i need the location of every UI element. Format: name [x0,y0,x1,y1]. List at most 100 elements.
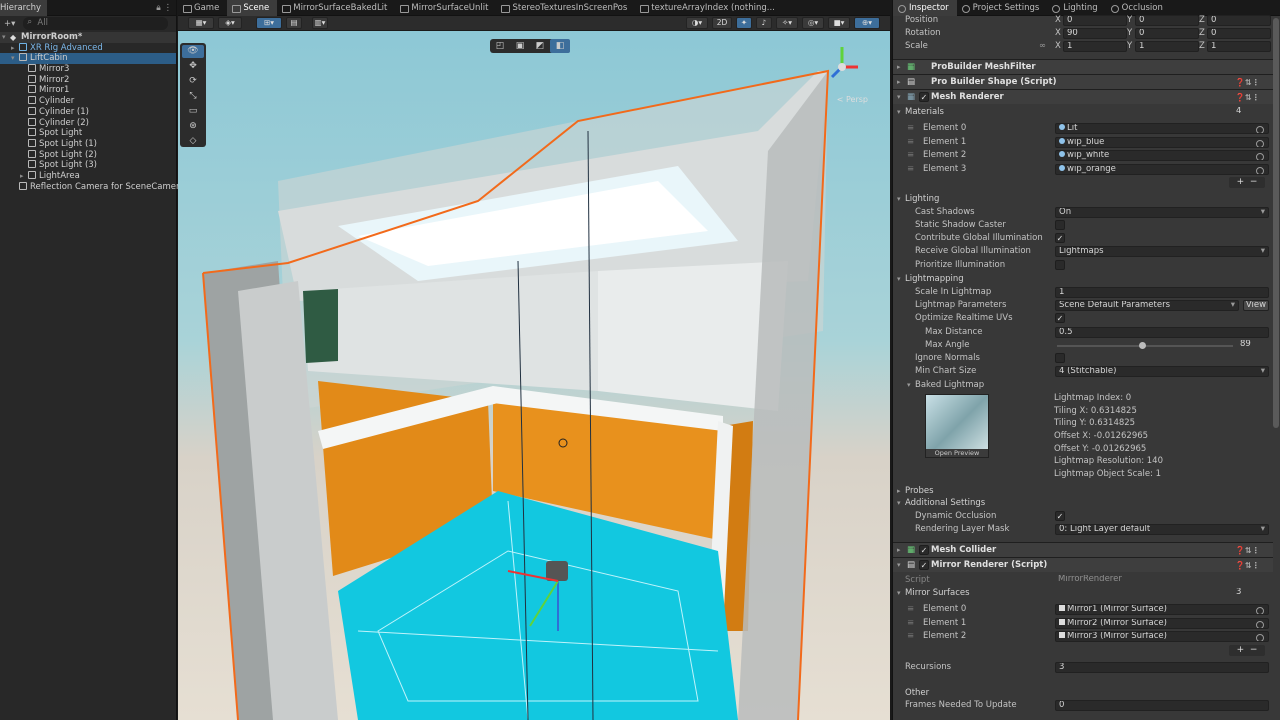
lightmapping-section[interactable]: ▾ Lightmapping [893,273,1273,286]
layer-mask-dropdown[interactable]: 0: Light Layer default [1055,524,1269,535]
rotate-tool-icon[interactable]: ⟳ [182,75,204,88]
expand-arrow-icon[interactable]: ▾ [2,32,10,43]
surface-object-field[interactable]: Mirror3 (Mirror Surface) [1055,631,1269,642]
materials-count-field[interactable]: 4 [1233,107,1269,118]
add-remove-surface-buttons[interactable]: + − [1229,645,1265,656]
persp-label[interactable]: < Persp [837,95,868,104]
materials-row[interactable]: ▾ Materials 4 [893,106,1273,119]
dynamic-occ-checkbox[interactable]: ✓ [1055,511,1065,521]
gizmos-dropdown-icon[interactable]: ⊕▾ [854,17,880,29]
surface-object-field[interactable]: Mirror1 (Mirror Surface) [1055,604,1269,615]
position-x-field[interactable]: 0 [1063,15,1127,26]
object-picker-icon[interactable] [1256,607,1264,614]
recursions-field[interactable]: 3 [1055,662,1269,673]
mirror-renderer-header[interactable]: ▾ ▤ ✓ Mirror Renderer (Script) ❓⇅⋮ [893,557,1273,572]
drag-handle-icon[interactable]: ≡ [907,630,914,643]
scale-x-field[interactable]: 1 [1063,41,1127,52]
view-tool-icon[interactable]: 👁︎ [182,45,204,58]
tab-texture-array-index[interactable]: textureArrayIndex (nothing... [635,0,783,16]
tab-mirror-surface-unlit[interactable]: MirrorSurfaceUnlit [395,0,496,16]
drag-handle-icon[interactable]: ≡ [907,122,914,135]
max-angle-slider-handle[interactable] [1139,342,1146,349]
mirror-surfaces-count[interactable]: 3 [1233,588,1269,599]
help-icon[interactable]: ❓⇅⋮ [1235,75,1260,90]
hierarchy-item[interactable]: ▸ LightArea [0,170,176,182]
min-chart-dropdown[interactable]: 4 (Stitchable) [1055,366,1269,377]
move-tool-icon[interactable]: ✥ [182,60,204,73]
hierarchy-search-input[interactable]: All [23,16,168,30]
link-icon[interactable]: ∞ [1039,40,1046,53]
orientation-gizmo-icon[interactable] [822,43,862,91]
hierarchy-item[interactable]: Cylinder (2) [0,117,176,129]
prioritize-checkbox[interactable] [1055,260,1065,270]
tab-mirror-surface-baked-lit[interactable]: MirrorSurfaceBakedLit [277,0,395,16]
scale-tool-icon[interactable]: ⤡ [182,90,204,103]
gizmo-toggle-icon[interactable]: ◈▾ [218,17,242,29]
optimize-uvs-checkbox[interactable]: ✓ [1055,313,1065,323]
grid-snap-icon[interactable]: ⊞▾ [256,17,282,29]
add-icon[interactable]: +▾ [4,19,15,29]
expand-arrow-icon[interactable]: ▾ [11,53,19,64]
object-picker-icon[interactable] [1256,126,1264,133]
object-picker-icon[interactable] [1256,166,1264,174]
baked-lightmap-row[interactable]: ▾ Baked Lightmap [893,379,1273,392]
help-icon[interactable]: ❓⇅⋮ [1235,558,1260,573]
material-object-field[interactable]: wip_blue [1055,136,1269,148]
object-picker-icon[interactable] [1256,634,1264,641]
mesh-renderer-enabled-checkbox[interactable]: ✓ [919,92,929,102]
position-z-field[interactable]: 0 [1207,15,1271,26]
material-object-field[interactable]: Lit [1055,123,1269,134]
drag-handle-icon[interactable]: ≡ [907,163,914,176]
toggle-2d-button[interactable]: 2D [712,17,732,29]
max-angle-field[interactable]: 89 [1237,340,1269,351]
tab-game[interactable]: Game [178,0,227,16]
max-distance-field[interactable]: 0.5 [1055,327,1269,338]
shape-header[interactable]: ▸ ▤ Pro Builder Shape (Script) ❓⇅⋮ [893,74,1273,89]
face-select-icon[interactable]: ◧ [550,39,570,53]
rect-tool-icon[interactable]: ▭ [182,105,204,118]
hierarchy-item[interactable]: Mirror3 [0,64,176,75]
ignore-normals-checkbox[interactable] [1055,353,1065,363]
expand-arrow-icon[interactable]: ▸ [20,171,28,182]
position-y-field[interactable]: 0 [1135,15,1199,26]
object-select-icon[interactable]: ◰ [490,39,510,53]
scene-viewport[interactable]: 👁︎ ✥ ⟳ ⤡ ▭ ⊛ ◇ ◰ ▣ ◩ ◧ < Persp [178,31,890,720]
object-picker-icon[interactable] [1256,153,1264,160]
audio-toggle-icon[interactable]: ♪ [756,17,772,29]
scale-y-field[interactable]: 1 [1135,41,1199,52]
object-picker-icon[interactable] [1256,620,1264,628]
snap-icon[interactable]: ▤ [286,17,302,29]
frames-field[interactable]: 0 [1055,700,1269,711]
drag-handle-icon[interactable]: ≡ [907,603,914,616]
hierarchy-item[interactable]: Spot Light (1) [0,138,176,150]
effects-toggle-icon[interactable]: ✧▾ [776,17,798,29]
increment-snap-icon[interactable]: ▥▾ [312,17,328,29]
hierarchy-item[interactable]: Spot Light (2) [0,149,176,161]
scale-z-field[interactable]: 1 [1207,41,1271,52]
hierarchy-item[interactable]: Spot Light [0,128,176,139]
rotation-y-field[interactable]: 0 [1135,28,1199,39]
static-shadow-checkbox[interactable] [1055,220,1065,230]
scene-visibility-icon[interactable]: ◎▾ [802,17,824,29]
camera-settings-icon[interactable]: ■▾ [828,17,850,29]
hierarchy-item[interactable]: ▾ LiftCabin [0,53,176,65]
shading-mode-icon[interactable]: ◑▾ [686,17,708,29]
hierarchy-tab[interactable]: Hierarchy [0,0,48,16]
draw-mode-dropdown[interactable]: ▦▾ [188,17,214,29]
hierarchy-item[interactable]: Mirror2 [0,74,176,86]
transform-tool-icon[interactable]: ⊛ [182,120,204,133]
object-picker-icon[interactable] [1256,139,1264,147]
tab-scene[interactable]: Scene [227,0,278,16]
lightmap-params-dropdown[interactable]: Scene Default Parameters [1055,300,1239,311]
view-params-button[interactable]: View [1243,300,1269,311]
surface-object-field[interactable]: Mirror2 (Mirror Surface) [1055,617,1269,629]
hierarchy-item[interactable]: Spot Light (3) [0,160,176,171]
additional-section[interactable]: ▾ Additional Settings [893,497,1273,510]
scale-lightmap-field[interactable]: 1 [1055,287,1269,298]
mirror-renderer-enabled-checkbox[interactable]: ✓ [919,560,929,570]
cast-shadows-dropdown[interactable]: On [1055,207,1269,218]
open-preview-button[interactable]: Open Preview [926,449,988,457]
hierarchy-item[interactable]: Reflection Camera for SceneCamera [0,181,185,193]
hierarchy-item[interactable]: ▾ ◆ MirrorRoom* [0,32,176,43]
receive-gi-dropdown[interactable]: Lightmaps [1055,246,1269,257]
